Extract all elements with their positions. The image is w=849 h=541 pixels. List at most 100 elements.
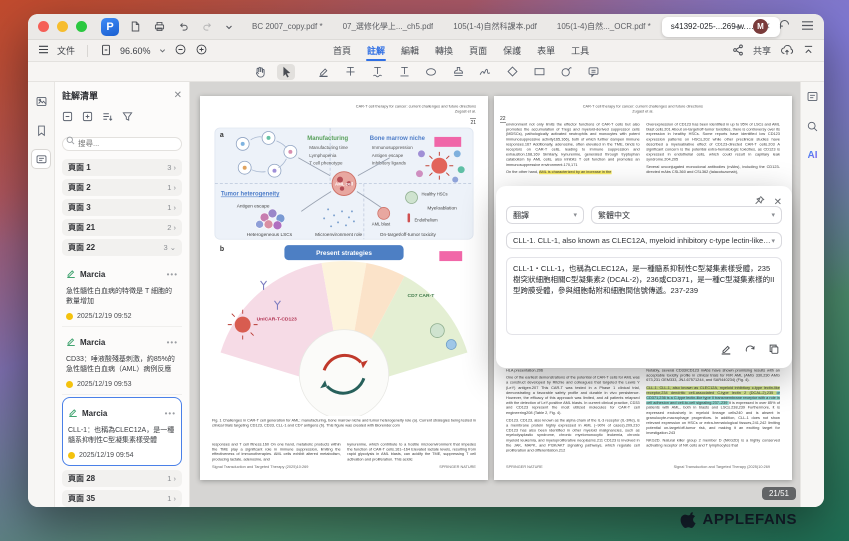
share-icon[interactable]: [732, 44, 744, 58]
file-menu-label[interactable]: 文件: [57, 44, 75, 57]
filter-icon[interactable]: [122, 109, 133, 127]
search-document-icon[interactable]: [806, 120, 819, 138]
watermark: APPLEFANS: [679, 509, 797, 530]
fit-page-icon[interactable]: [100, 44, 112, 58]
document-tab[interactable]: BC 2007_copy.pdf *: [243, 17, 332, 37]
annotation-card[interactable]: Marcia•••CLL-1：也稱為CLEC12A，是一種髓系抑制性C型凝集素樣…: [62, 397, 182, 466]
expand-all-icon[interactable]: [82, 109, 93, 127]
menu-tab-2[interactable]: 編輯: [396, 41, 424, 61]
zoom-window-button[interactable]: [76, 21, 87, 32]
zoom-level-value[interactable]: 96.60%: [120, 46, 151, 56]
page-group-row[interactable]: 頁面 212 ›: [62, 219, 182, 236]
titlebar: P BC 2007_copy.pdf *07_選修化學上..._ch5.pdf1…: [28, 14, 824, 40]
highlight-tool-icon[interactable]: [314, 64, 332, 80]
source-text-field[interactable]: CLL-1. CLL-1, also known as CLEC12A, mye…: [506, 232, 782, 249]
undo-icon[interactable]: [177, 20, 190, 33]
page-group-row[interactable]: 頁面 13 ›: [62, 159, 182, 176]
menubar: 文件 96.60% 首頁註解編輯轉換頁面保護表單工具 共享: [28, 40, 824, 62]
shape-tool-icon[interactable]: [503, 64, 521, 80]
ai-assistant-button[interactable]: AI: [808, 150, 818, 161]
card-more-icon[interactable]: •••: [165, 409, 176, 418]
card-more-icon[interactable]: •••: [167, 338, 178, 347]
menu-tab-0[interactable]: 首頁: [328, 41, 356, 61]
annotation-card[interactable]: Marcia•••急性髓性白血病的特徵是 T 細胞的數量增加2025/12/19…: [62, 259, 182, 327]
cloud-upload-icon[interactable]: [780, 44, 794, 58]
file-menu-icon[interactable]: [38, 45, 49, 56]
zoom-caret-icon[interactable]: [159, 46, 166, 56]
pdf-view[interactable]: CAR-T cell therapy for cancer: current c…: [190, 82, 800, 507]
collapse-toolbar-icon[interactable]: [803, 45, 814, 57]
copy-icon[interactable]: [768, 342, 780, 360]
menu-tab-1[interactable]: 註解: [362, 41, 390, 61]
page-group-row[interactable]: 頁面 351 ›: [62, 490, 182, 507]
menu-tab-6[interactable]: 表單: [532, 41, 560, 61]
svg-text:On-target/off-tumor toxicity: On-target/off-tumor toxicity: [380, 232, 437, 238]
document-tab[interactable]: 105(1-4)自然科課本.pdf: [444, 17, 546, 37]
card-more-icon[interactable]: •••: [167, 270, 178, 279]
menu-tab-3[interactable]: 轉換: [430, 41, 458, 61]
search-icon: [66, 136, 75, 145]
pink-highlight-mark-1: [434, 137, 461, 147]
svg-text:Tumor heterogeneity: Tumor heterogeneity: [221, 192, 280, 198]
freehand-tool-icon[interactable]: [557, 64, 575, 80]
svg-text:Heterogeneous LSCs: Heterogeneous LSCs: [247, 232, 293, 238]
refresh-icon[interactable]: [744, 342, 756, 360]
signature-tool-icon[interactable]: [476, 64, 494, 80]
zoom-in-icon[interactable]: [195, 43, 208, 58]
account-avatar[interactable]: M: [753, 19, 768, 34]
collapse-all-icon[interactable]: [62, 109, 73, 127]
close-panel-icon[interactable]: ✕: [174, 90, 182, 101]
close-popup-icon[interactable]: ✕: [774, 197, 782, 208]
menu-tab-7[interactable]: 工具: [566, 41, 594, 61]
svg-text:Antigen escape: Antigen escape: [237, 203, 270, 209]
svg-text:Manufacturing time: Manufacturing time: [309, 145, 348, 150]
pin-icon[interactable]: [754, 193, 765, 211]
sync-icon[interactable]: [778, 18, 791, 36]
strikethrough-tool-icon[interactable]: [341, 64, 359, 80]
left-icon-strip: [28, 82, 55, 507]
sort-list-icon[interactable]: [102, 109, 113, 127]
pink-highlight-mark-2: [439, 251, 462, 261]
stamp-tool-icon[interactable]: [449, 64, 467, 80]
running-header: CAR-T cell therapy for cancer: current c…: [212, 104, 476, 114]
print-icon[interactable]: [153, 20, 166, 33]
menu-tab-4[interactable]: 頁面: [464, 41, 492, 61]
document-tab[interactable]: 07_選修化學上..._ch5.pdf: [334, 17, 443, 37]
search-input[interactable]: [62, 137, 182, 151]
note-tool-icon[interactable]: [584, 64, 602, 80]
select-tool-icon[interactable]: [277, 64, 295, 80]
translation-result[interactable]: CLL-1・CLL-1，也稱為CLEC12A，是一種髓系抑制性C型凝集素樣受體，…: [506, 257, 782, 335]
page-group-row[interactable]: 頁面 21 ›: [62, 179, 182, 196]
new-tab-button[interactable]: +: [729, 18, 747, 36]
annotations-panel-icon[interactable]: [31, 149, 51, 169]
main-menu-icon[interactable]: [801, 18, 814, 36]
thumbnails-panel-icon[interactable]: [31, 91, 51, 111]
tab-strip: BC 2007_copy.pdf *07_選修化學上..._ch5.pdf105…: [243, 17, 723, 37]
mode-select[interactable]: 翻譯▾: [506, 206, 584, 224]
menu-tab-5[interactable]: 保護: [498, 41, 526, 61]
rectangle-tool-icon[interactable]: [530, 64, 548, 80]
annotation-card[interactable]: Marcia•••CD33：唾液酸殘基刺激，約85%的急性髓性白血病（AML）病…: [62, 327, 182, 395]
zoom-out-icon[interactable]: [174, 43, 187, 58]
highlight-action-icon[interactable]: [720, 342, 732, 360]
minimize-window-button[interactable]: [57, 21, 68, 32]
annotation-author: Marcia: [80, 270, 163, 279]
close-window-button[interactable]: [38, 21, 49, 32]
document-tab[interactable]: 105(1-4)自然..._OCR.pdf *: [548, 17, 660, 37]
page-indicator: 21/51: [762, 487, 796, 500]
properties-panel-icon[interactable]: [806, 90, 819, 108]
redo-icon[interactable]: [201, 20, 214, 33]
share-label[interactable]: 共享: [753, 44, 771, 57]
bookmarks-panel-icon[interactable]: [31, 120, 51, 140]
page-group-row[interactable]: 頁面 31 ›: [62, 199, 182, 216]
annotation-timestamp: 2025/12/19 09:53: [66, 381, 178, 388]
oval-tool-icon[interactable]: [422, 64, 440, 80]
pdf-page-21: CAR-T cell therapy for cancer: current c…: [200, 96, 488, 480]
open-document-icon[interactable]: [129, 20, 142, 33]
hand-tool-icon[interactable]: [250, 64, 268, 80]
history-caret-icon[interactable]: [225, 23, 233, 31]
page-group-row[interactable]: 頁面 223 ⌄: [62, 239, 182, 256]
page-group-row[interactable]: 頁面 281 ›: [62, 470, 182, 487]
underline-tool-icon[interactable]: [395, 64, 413, 80]
squiggly-underline-tool-icon[interactable]: [368, 64, 386, 80]
